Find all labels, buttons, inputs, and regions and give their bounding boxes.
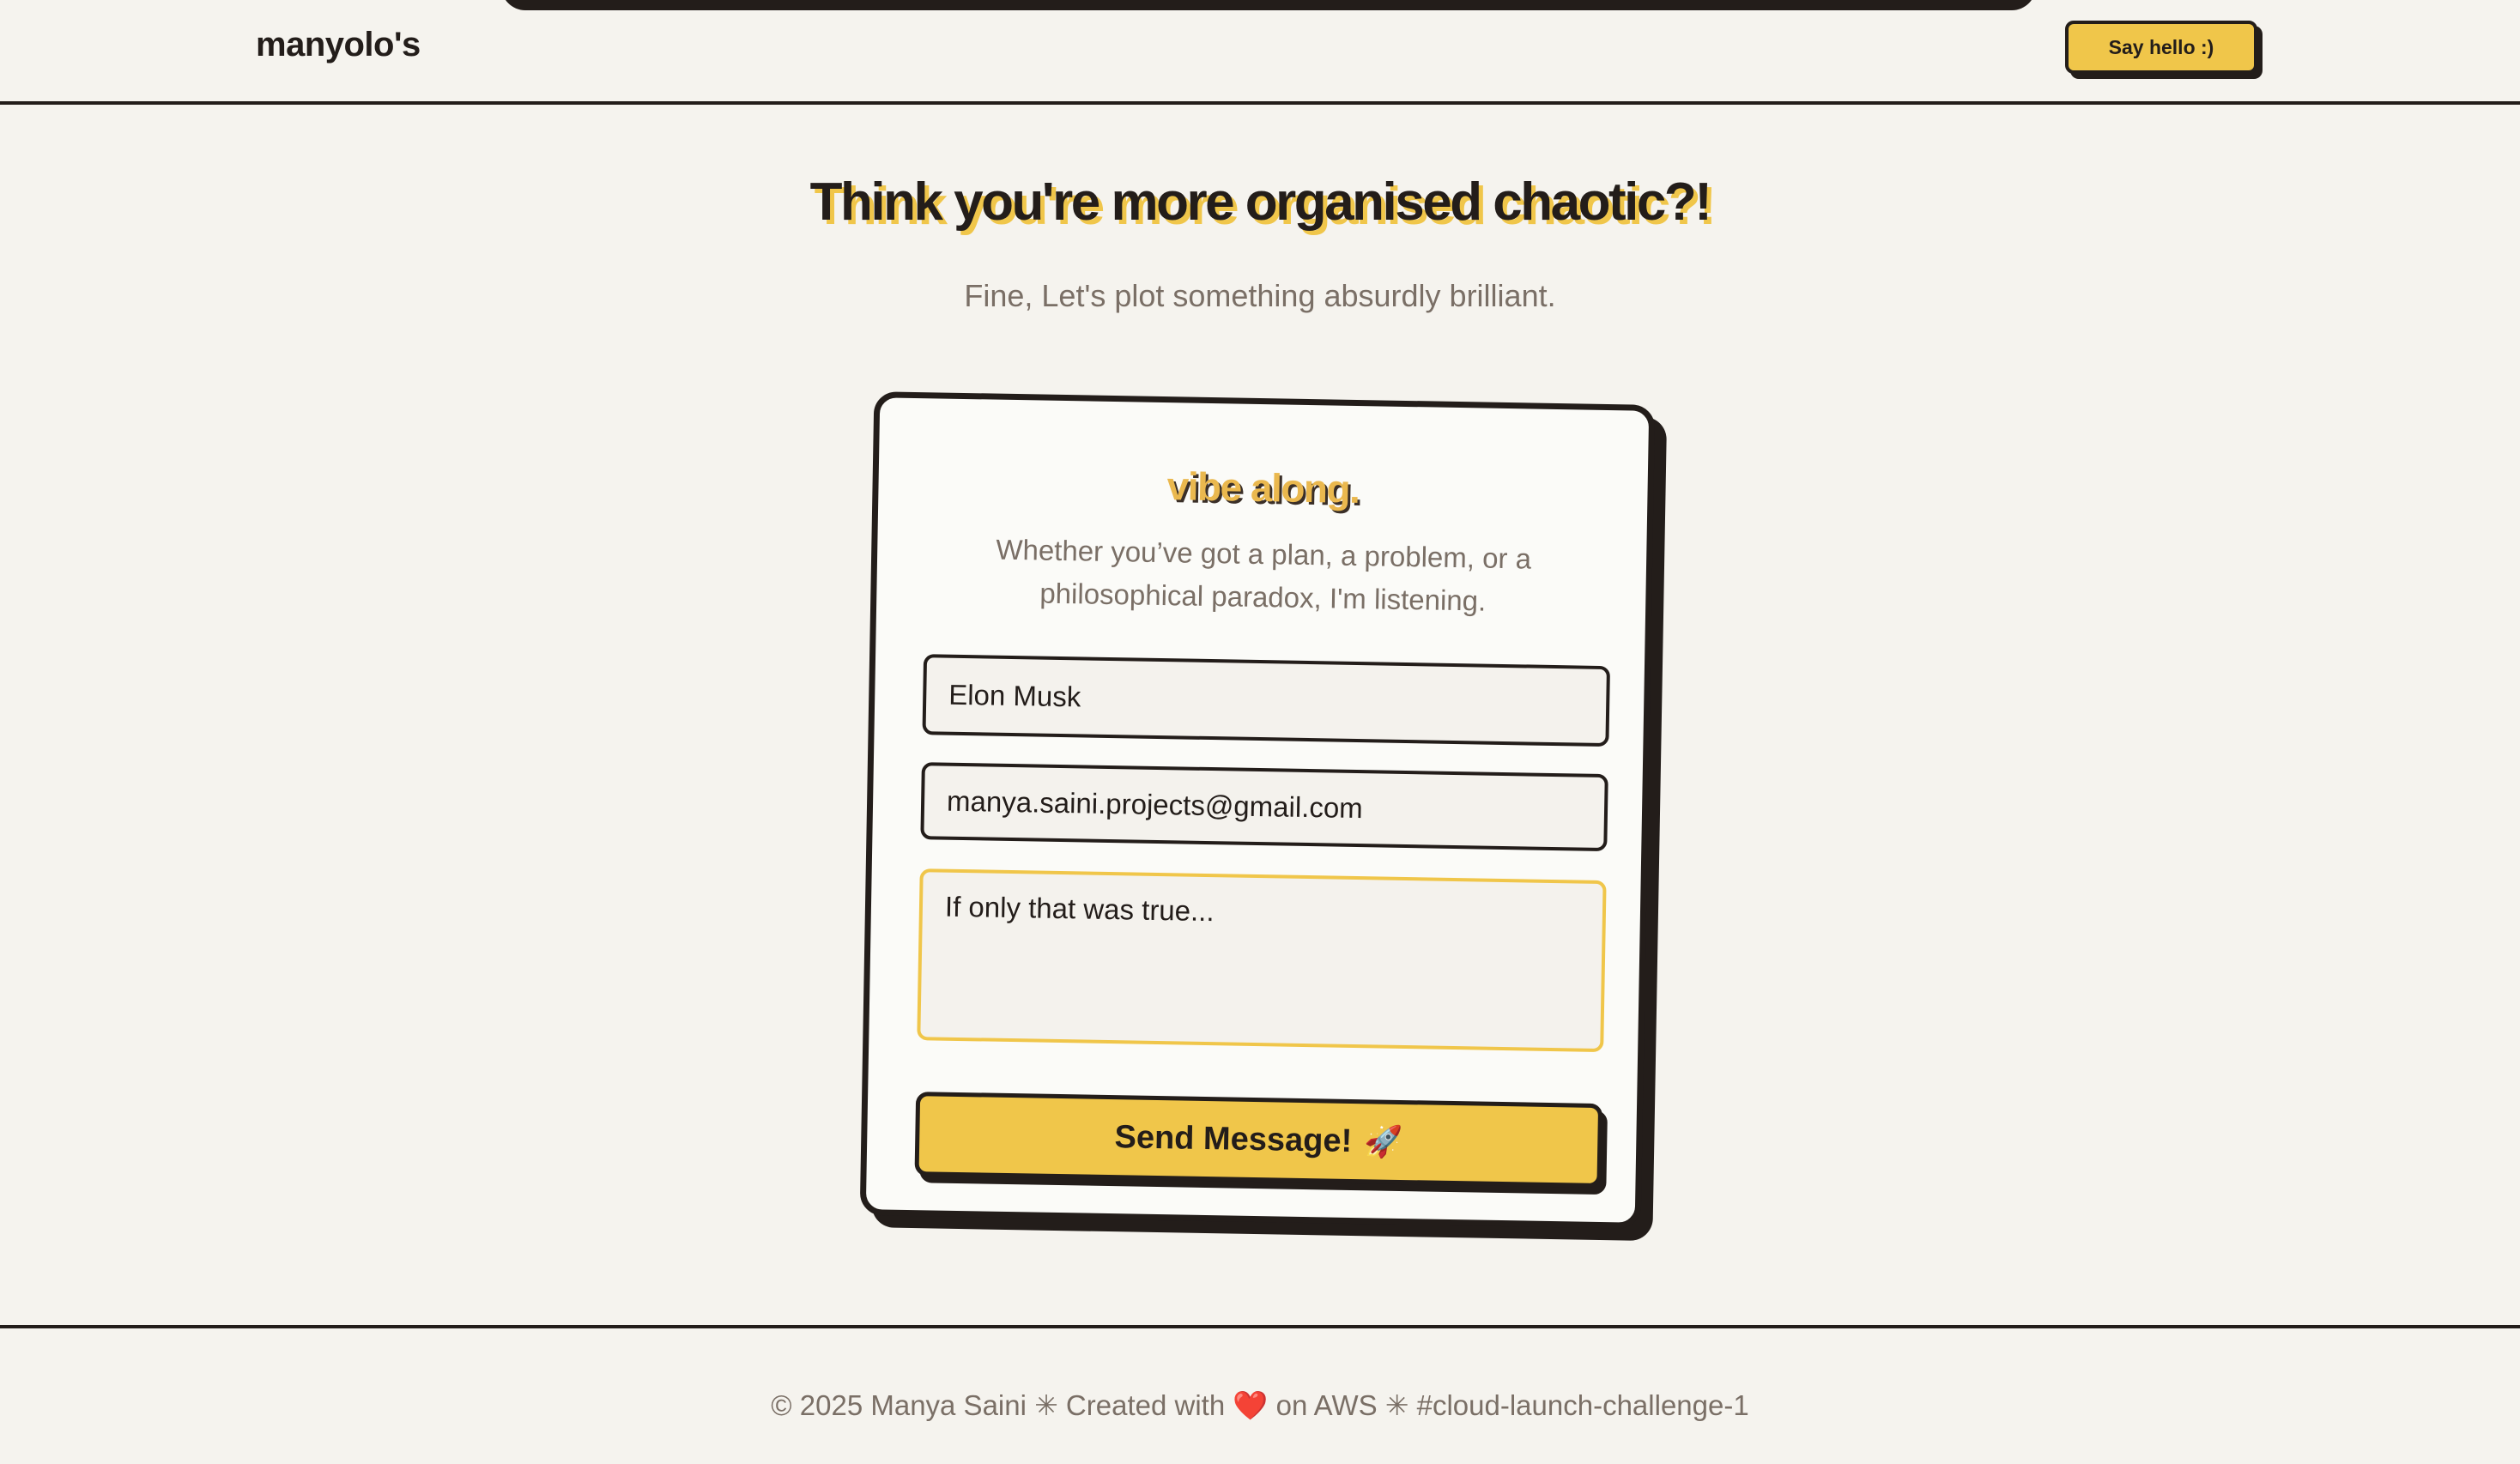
- footer-credits: © 2025 Manya Saini ✳ Created with ❤️ on …: [0, 1388, 2520, 1423]
- say-hello-button[interactable]: Say hello :): [2065, 21, 2257, 74]
- footer-credits-suffix: on AWS ✳ #cloud-launch-challenge-1: [1275, 1389, 1749, 1421]
- heart-icon: ❤️: [1233, 1389, 1269, 1421]
- page-subtitle: Fine, Let's plot something absurdly bril…: [964, 278, 1556, 313]
- brand-logo-text[interactable]: manyolo's: [256, 26, 421, 64]
- send-message-label: Send Message!: [1114, 1118, 1353, 1159]
- message-textarea[interactable]: If only that was true...: [917, 868, 1607, 1053]
- email-input[interactable]: [920, 762, 1608, 852]
- site-footer: © 2025 Manya Saini ✳ Created with ❤️ on …: [0, 1325, 2520, 1464]
- site-header: manyolo's Say hello :): [0, 0, 2520, 105]
- contact-form-card: vibe along. Whether you’ve got a plan, a…: [859, 391, 1656, 1229]
- page-title: Think you're more organised chaotic?!: [809, 172, 1712, 232]
- card-title: vibe along.: [1166, 463, 1360, 512]
- rocket-icon: 🚀: [1363, 1123, 1403, 1160]
- contact-card-wrapper: vibe along. Whether you’ve got a plan, a…: [859, 391, 1656, 1229]
- card-description: Whether you’ve got a plan, a problem, or…: [996, 533, 1532, 617]
- send-message-button[interactable]: Send Message! 🚀: [914, 1092, 1603, 1189]
- name-input[interactable]: [922, 654, 1610, 747]
- footer-credits-prefix: © 2025 Manya Saini ✳ Created with: [771, 1389, 1226, 1421]
